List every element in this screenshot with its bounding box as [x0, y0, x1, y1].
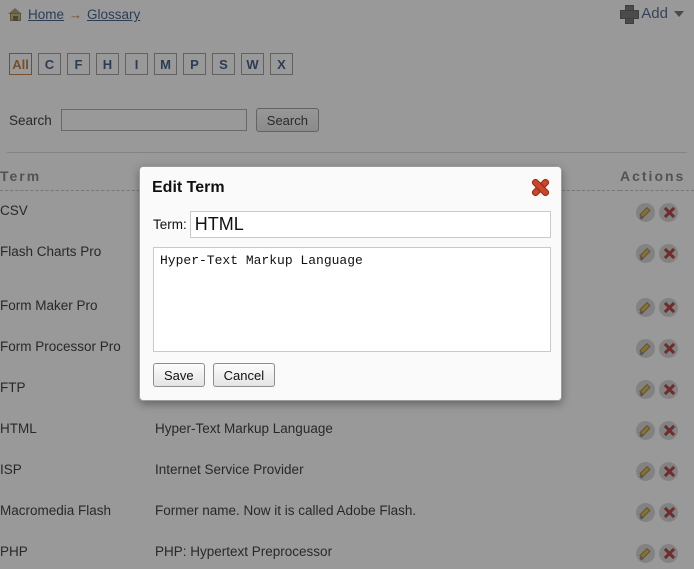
- edit-term-dialog: Edit Term Term: Save Cancel: [139, 166, 562, 401]
- cancel-button[interactable]: Cancel: [212, 363, 276, 387]
- description-textarea[interactable]: [153, 247, 551, 352]
- term-field-row: Term:: [153, 211, 551, 238]
- glossary-page: Home → Glossary Add AllCFHIMPSWX Search …: [0, 0, 694, 569]
- term-input[interactable]: [189, 211, 551, 238]
- term-field-label: Term:: [153, 217, 187, 232]
- close-x-icon[interactable]: [531, 178, 550, 197]
- dialog-title: Edit Term: [152, 179, 225, 196]
- save-button[interactable]: Save: [153, 363, 205, 387]
- dialog-actions: Save Cancel: [153, 363, 276, 387]
